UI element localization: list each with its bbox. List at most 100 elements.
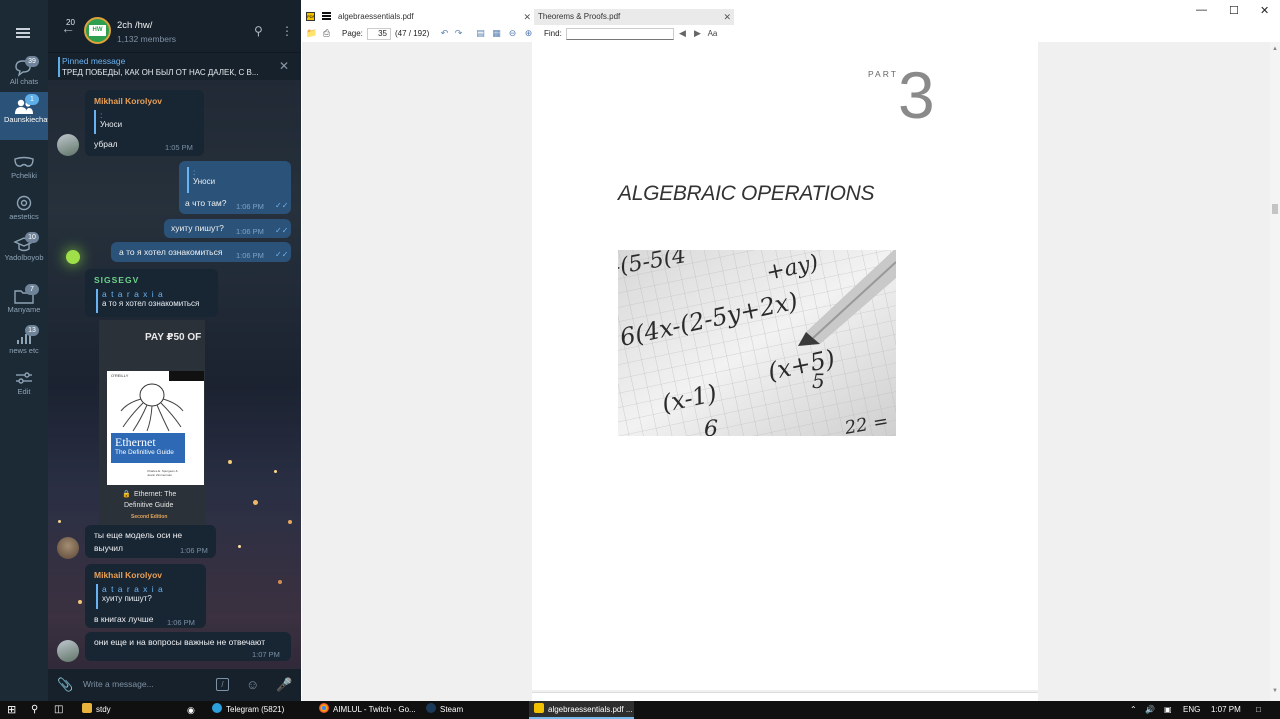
notifications-icon[interactable]: □: [1256, 701, 1261, 719]
taskbar-item-pdf[interactable]: algebraessentials.pdf ...: [529, 701, 634, 719]
zoom-in-icon[interactable]: ⊕: [523, 28, 534, 39]
close-tab-icon[interactable]: ✕: [723, 9, 731, 25]
message-incoming[interactable]: они еще и на вопросы важные не отвечают …: [85, 632, 291, 661]
close-tab-icon[interactable]: ✕: [523, 9, 531, 25]
find-next-icon[interactable]: ▶: [692, 28, 703, 39]
close-icon[interactable]: ✕: [279, 59, 289, 73]
zoom-out-icon[interactable]: ⊖: [507, 28, 518, 39]
app-logo-icon[interactable]: PDF: [306, 12, 315, 21]
chrome-icon: [319, 703, 329, 713]
message-outgoing[interactable]: хуиту пишут? 1:06 PM ✓✓: [164, 219, 291, 238]
folder-pcheliki[interactable]: Pcheliki: [0, 148, 48, 188]
bot-commands-icon[interactable]: /: [216, 678, 229, 691]
tray-expand-icon[interactable]: ⌃: [1130, 701, 1137, 719]
chat-avatar[interactable]: HW: [84, 17, 111, 44]
folder-manyame[interactable]: 7 Manyame: [0, 282, 48, 322]
message-outgoing[interactable]: а то я хотел ознакомиться 1:06 PM ✓✓: [111, 242, 291, 262]
volume-icon[interactable]: 🔊: [1145, 701, 1155, 719]
reply-quote[interactable]: a t a r a x i a а то я хотел ознакомитьс…: [96, 289, 199, 313]
folder-news-etc[interactable]: 13 news etc: [0, 323, 48, 363]
windows-start-icon[interactable]: ⊞: [7, 701, 16, 719]
minimize-icon[interactable]: —: [1196, 4, 1207, 16]
pdf-viewer-window: PDF algebraessentials.pdf ✕ Theorems & P…: [302, 0, 1280, 701]
message-outgoing[interactable]: : Уноси а что там? 1:06 PM ✓✓: [179, 161, 291, 214]
message-incoming[interactable]: Mikhail Korolyov : Уноси убрал 1:05 PM: [85, 90, 204, 156]
page-number-input[interactable]: 35: [367, 28, 391, 40]
taskbar-item-stdy[interactable]: stdy: [78, 701, 178, 719]
chat-title[interactable]: 2ch /hw/: [117, 20, 152, 31]
attach-icon[interactable]: 📎: [57, 677, 73, 693]
wallpaper-light: [238, 545, 241, 548]
forward-icon[interactable]: ↷: [453, 28, 464, 39]
maximize-icon[interactable]: ☐: [1229, 4, 1239, 17]
task-view-icon[interactable]: ◫: [54, 701, 63, 719]
search-icon[interactable]: ⚲: [254, 24, 263, 38]
quote-text: хуиту пишут?: [102, 594, 152, 603]
avatar[interactable]: [57, 537, 79, 559]
tab-theorems-proofs[interactable]: Theorems & Proofs.pdf ✕: [534, 9, 734, 25]
book-cover: O'REILLY Ethernet The Definitive Guide C…: [107, 371, 204, 485]
sender-name[interactable]: SIGSEGV: [94, 275, 139, 285]
search-icon[interactable]: ⚲: [31, 701, 38, 719]
taskbar-item-telegram[interactable]: Telegram (5821): [208, 701, 308, 719]
fit-width-icon[interactable]: ▦: [491, 28, 502, 39]
scroll-up-icon[interactable]: ▲: [1272, 46, 1278, 52]
clock[interactable]: 1:07 PM: [1211, 701, 1241, 719]
language-indicator[interactable]: ENG: [1183, 701, 1200, 719]
match-case-icon[interactable]: Aa: [707, 28, 718, 39]
gear-icon: [13, 194, 35, 212]
message-incoming[interactable]: SIGSEGV a t a r a x i a а то я хотел озн…: [85, 269, 218, 317]
quote-author: a t a r a x i a: [102, 584, 164, 594]
find-label: Find:: [544, 29, 562, 38]
back-icon[interactable]: ↶: [439, 28, 450, 39]
taskbar-item-chrome[interactable]: AIMLUL - Twitch - Go...: [315, 701, 419, 719]
find-previous-icon[interactable]: ◀: [677, 28, 688, 39]
sender-name[interactable]: Mikhail Korolyov: [94, 96, 162, 106]
taskbar-item-steam[interactable]: Steam: [422, 701, 526, 719]
reply-quote[interactable]: : Уноси: [94, 110, 122, 134]
document-canvas[interactable]: PART 3 ALGEBRAIC OPERATIONS -(5-5(4 +ay)…: [302, 42, 1280, 701]
lock-icon: 🔒: [122, 491, 131, 498]
folder-yadolboyob[interactable]: 10 Yadolboyob: [0, 230, 48, 276]
shared-image[interactable]: PAY ₽50 OF O'REILLY Ethernet The Definit…: [99, 320, 205, 526]
more-options-icon[interactable]: ⋮: [281, 24, 293, 38]
reply-quote[interactable]: : Уноси: [187, 167, 215, 193]
fit-page-icon[interactable]: ▤: [475, 28, 486, 39]
folder-daunskiechat[interactable]: 1 Daunskiechat: [0, 92, 49, 140]
message-time: 1:06 PM: [236, 251, 264, 260]
edge-browser-icon[interactable]: ◉: [187, 701, 205, 719]
scrollbar-thumb[interactable]: [1272, 204, 1278, 214]
menu-icon[interactable]: [322, 12, 331, 20]
folder-label: Edit: [17, 387, 31, 396]
tab-algebraessentials[interactable]: algebraessentials.pdf ✕: [334, 9, 534, 25]
message-composer: 📎 Write a message... / ☺ 🎤: [48, 669, 301, 701]
find-input[interactable]: [566, 28, 674, 40]
close-window-icon[interactable]: ✕: [1260, 4, 1269, 17]
emoji-icon[interactable]: ☺: [246, 677, 259, 692]
message-incoming[interactable]: ты еще модель оси не выучил 1:06 PM: [85, 525, 216, 558]
folder-edit[interactable]: Edit: [0, 364, 48, 404]
message-time: 1:07 PM: [252, 650, 280, 659]
steam-icon: [426, 703, 436, 713]
open-file-icon[interactable]: 📁: [306, 28, 317, 39]
sender-name[interactable]: Mikhail Korolyov: [94, 570, 162, 580]
image-header-text: PAY ₽50 OF: [145, 332, 202, 343]
message-text: ты еще модель оси не: [94, 530, 183, 540]
print-icon[interactable]: ⎙: [321, 28, 332, 39]
pdf-toolbar: 📁 ⎙ Page: 35 (47 / 192) ↶ ↷ ▤ ▦ ⊖ ⊕ Find…: [302, 26, 1280, 42]
message-incoming[interactable]: Mikhail Korolyov a t a r a x i a хуиту п…: [85, 564, 206, 628]
part-label: PART: [868, 69, 898, 79]
reply-quote[interactable]: a t a r a x i a хуиту пишут?: [96, 584, 164, 609]
folder-aestetics[interactable]: aestetics: [0, 189, 48, 229]
message-input[interactable]: Write a message...: [83, 679, 154, 689]
avatar[interactable]: [57, 134, 79, 156]
avatar[interactable]: [57, 640, 79, 662]
network-icon[interactable]: ▣: [1164, 701, 1172, 719]
folder-all-chats[interactable]: 39 All chats: [0, 54, 48, 94]
microphone-icon[interactable]: 🎤: [276, 677, 292, 693]
scroll-down-icon[interactable]: ▼: [1272, 688, 1278, 694]
menu-icon[interactable]: [16, 28, 30, 38]
pinned-message-bar[interactable]: Pinned message ТРЕД ПОБЕДЫ, КАК ОН БЫЛ О…: [48, 52, 301, 80]
wallpaper-light: [66, 250, 80, 264]
vertical-scrollbar[interactable]: ▲ ▼: [1270, 42, 1280, 701]
